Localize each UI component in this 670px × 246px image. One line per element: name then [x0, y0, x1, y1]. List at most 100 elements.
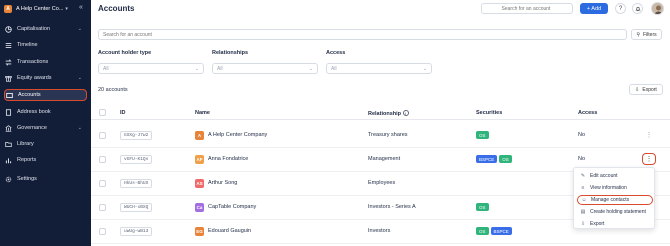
filters-button[interactable]: ⚲ Filters — [631, 29, 662, 40]
select-all-checkbox[interactable] — [99, 109, 106, 116]
filter-label-relationships: Relationships — [212, 50, 249, 56]
menu-item-view-information[interactable]: ≡ View information — [577, 183, 653, 193]
export-icon: ⇩ — [635, 86, 640, 93]
sidebar-item-library[interactable]: Library — [4, 138, 87, 150]
account-name[interactable]: CapTable Company — [208, 204, 256, 210]
sidebar-item-address-book[interactable]: Address book — [4, 106, 87, 118]
holder-type-select[interactable]: All ⌄ — [98, 63, 204, 74]
sidebar-item-label: Transactions — [17, 59, 49, 65]
row-checkbox[interactable] — [99, 228, 106, 235]
sidebar-item-label: Equity awards — [17, 75, 52, 81]
export-label: Export — [642, 86, 657, 93]
export-icon: ⇩ — [580, 221, 586, 227]
search-field[interactable] — [98, 29, 627, 40]
securities-badges: OS — [476, 131, 491, 139]
reports-icon — [4, 156, 12, 164]
account-search-box[interactable] — [481, 3, 573, 14]
account-relationship: Investors - Series A — [368, 204, 416, 210]
filter-label-access: Access — [326, 50, 346, 56]
security-badge: OS — [499, 155, 512, 163]
row-checkbox[interactable] — [99, 132, 106, 139]
org-name: A Help Center Co... — [16, 6, 64, 12]
filter-search-row: ⚲ Filters — [98, 29, 662, 40]
account-name[interactable]: A Help Center Company — [208, 132, 267, 138]
row-checkbox[interactable] — [99, 180, 106, 187]
sidebar-item-equity-awards[interactable]: Equity awards ⌄ — [4, 72, 87, 84]
sidebar-item-label: Reports — [17, 157, 37, 163]
sidebar-item-governance[interactable]: Governance ⌄ — [4, 122, 87, 134]
row-actions-menu: ✎ Edit account ≡ View information ☺ Mana… — [573, 167, 655, 229]
sidebar-item-timeline[interactable]: Timeline — [4, 39, 87, 51]
table-row[interactable]: GSXg-J7w2 A A Help Center Company Treasu… — [91, 124, 670, 148]
row-actions-icon[interactable]: ⋮ — [642, 129, 656, 141]
pencil-icon: ✎ — [580, 173, 586, 179]
column-header-label: Relationship — [368, 111, 402, 117]
menu-item-manage-contacts[interactable]: ☺ Manage contacts — [577, 195, 653, 205]
account-name[interactable]: Edouard Gauguin — [208, 228, 251, 234]
account-id: HkUs-BhUS — [120, 179, 153, 188]
menu-item-label: Create holding statement — [590, 209, 646, 215]
account-access: No — [578, 132, 586, 138]
list-icon: ≡ — [581, 185, 585, 191]
help-icon[interactable]: ? — [615, 3, 626, 14]
export-button[interactable]: ⇩ Export — [629, 84, 663, 95]
sidebar-item-settings[interactable]: Settings — [4, 173, 87, 185]
chevron-down-icon: ⌄ — [77, 125, 82, 131]
bell-icon[interactable] — [632, 3, 643, 14]
menu-item-edit-account[interactable]: ✎ Edit account — [577, 171, 653, 181]
accounts-icon — [5, 91, 13, 99]
user-avatar[interactable] — [651, 2, 664, 15]
org-switcher[interactable]: A A Help Center Co... ▾ — [4, 4, 88, 14]
search-input[interactable] — [103, 31, 603, 38]
sidebar-item-label: Capitalisation — [17, 26, 51, 32]
chevron-down-icon: ⌄ — [194, 65, 199, 72]
sidebar-item-accounts[interactable]: Accounts — [4, 89, 87, 101]
chevron-down-icon: ⌄ — [308, 65, 313, 72]
top-bar: Accounts + Add ? — [91, 0, 670, 18]
column-header-id: ID — [120, 110, 126, 116]
document-icon: ▤ — [580, 209, 586, 215]
info-icon[interactable]: i — [402, 110, 409, 116]
access-select[interactable]: All ⌄ — [326, 63, 432, 74]
add-button[interactable]: + Add — [580, 3, 608, 14]
filter-icon: ⚲ — [636, 31, 641, 38]
column-header-securities: Securities — [476, 110, 503, 116]
row-actions-icon[interactable]: ⋮ — [642, 153, 656, 165]
sidebar-item-label: Governance — [17, 125, 47, 131]
menu-item-create-holding-statement[interactable]: ▤ Create holding statement — [577, 207, 653, 217]
menu-item-export[interactable]: ⇩ Export — [577, 219, 653, 229]
org-logo: A — [4, 5, 12, 13]
account-id: uwUg-wB13 — [120, 227, 153, 236]
account-name[interactable]: Arthur Song — [208, 180, 237, 186]
column-header-name: Name — [195, 110, 210, 116]
sidebar-item-transactions[interactable]: Transactions — [4, 56, 87, 68]
sidebar-item-reports[interactable]: Reports — [4, 154, 87, 166]
row-checkbox[interactable] — [99, 156, 106, 163]
account-id: GSXg-J7w2 — [120, 131, 153, 140]
menu-item-label: Manage contacts — [591, 197, 630, 203]
page-title: Accounts — [98, 4, 135, 13]
filter-label-holder-type: Account holder type — [98, 50, 152, 56]
table-header: ID Name Relationship i Securities Access — [91, 106, 670, 120]
security-badge: OS — [476, 203, 489, 211]
row-checkbox[interactable] — [99, 204, 106, 211]
column-header-access: Access — [578, 110, 598, 116]
award-icon — [4, 74, 12, 82]
collapse-sidebar-icon[interactable]: « — [79, 4, 83, 11]
account-avatar: EG — [195, 227, 204, 236]
account-search-input[interactable] — [486, 5, 566, 12]
person-icon: ☺ — [581, 197, 587, 203]
sidebar-item-capitalisation[interactable]: Capitalisation ⌄ — [4, 23, 87, 35]
account-avatar: AS — [195, 179, 204, 188]
timeline-icon — [4, 41, 12, 49]
sidebar-item-label: Accounts — [18, 92, 41, 98]
relationships-select[interactable]: All ⌄ — [212, 63, 318, 74]
account-avatar: AF — [195, 155, 204, 164]
account-avatar: Ca — [195, 203, 204, 212]
account-avatar: A — [195, 131, 204, 140]
account-id: vGFU-K1Qs — [120, 155, 153, 164]
filters-label: Filters — [643, 31, 657, 38]
select-value: All — [331, 65, 337, 72]
account-name[interactable]: Anna Fondatrice — [208, 156, 248, 162]
securities-badges: OS BSPCE — [476, 227, 514, 235]
